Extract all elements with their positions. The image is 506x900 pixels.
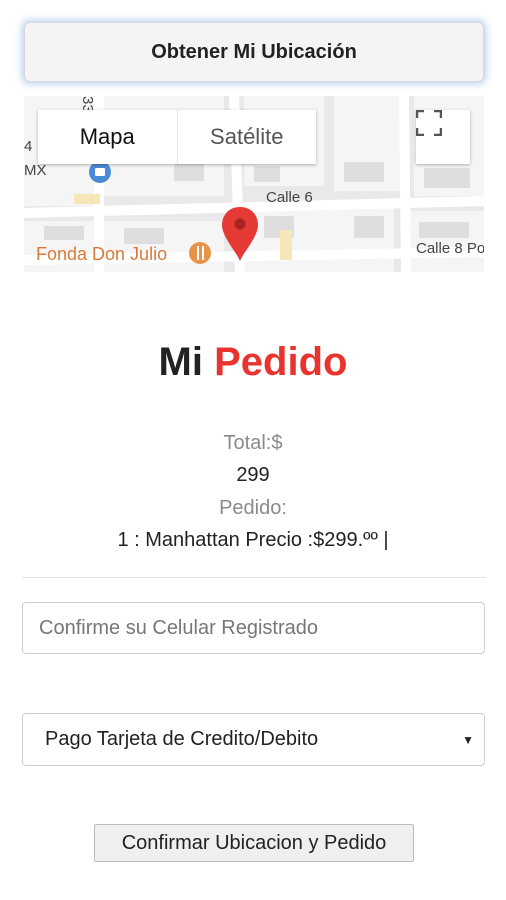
map-view[interactable]: Mapa Satélite Calle 6 Calle 8 Po Fonda D… [24, 96, 484, 272]
poi-label[interactable]: Fonda Don Julio [36, 244, 167, 265]
payment-method-select[interactable]: Pago Tarjeta de Credito/Debito ▼ [22, 713, 485, 766]
divider [22, 577, 486, 578]
title-part-mi: Mi [158, 340, 203, 384]
total-label: Total:$ [223, 432, 283, 454]
map-type-control: Mapa Satélite [38, 110, 316, 164]
phone-confirm-input[interactable] [22, 602, 485, 654]
payment-method-value: Pago Tarjeta de Credito/Debito [45, 728, 319, 750]
edge-label: MX [24, 162, 47, 179]
edge-label: 4 [24, 138, 33, 155]
pedido-items: 1 : Manhattan Precio :$299.ºº | [117, 529, 389, 551]
street-label: Calle 6 [266, 189, 313, 206]
street-label: Calle 8 Po [416, 240, 484, 257]
title-part-pedido: Pedido [214, 340, 348, 384]
tab-mapa[interactable]: Mapa [38, 110, 177, 164]
get-location-button[interactable]: Obtener Mi Ubicación [24, 22, 484, 82]
page-title: Mi Pedido [0, 340, 506, 385]
pedido-label: Pedido: [219, 497, 287, 519]
map-section: Obtener Mi Ubicación Mapa Satélite Calle… [0, 0, 506, 272]
fullscreen-icon [416, 110, 442, 136]
tab-satelite[interactable]: Satélite [176, 110, 317, 164]
dropdown-caret-icon: ▼ [462, 733, 474, 747]
fullscreen-button[interactable] [416, 110, 470, 164]
total-value: 299 [236, 464, 270, 486]
confirm-order-button[interactable]: Confirmar Ubicacion y Pedido [94, 824, 414, 862]
